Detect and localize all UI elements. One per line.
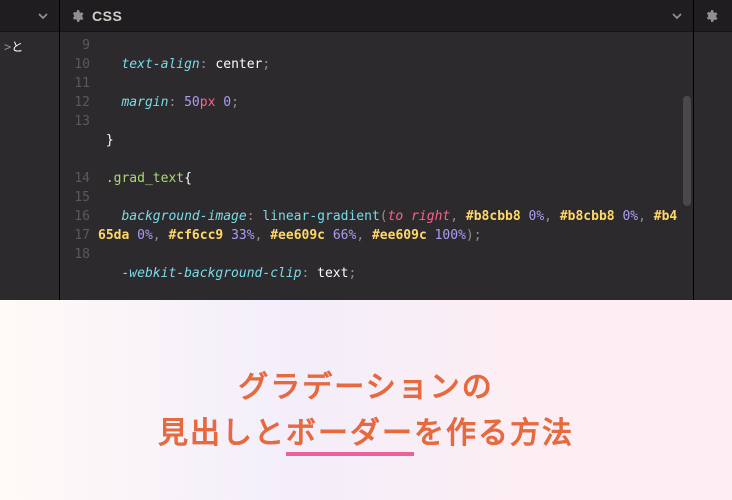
heading-underlined: ボーダー: [286, 417, 414, 456]
line-gutter: 9 10 11 12 13 14 15 16 17 18: [60, 36, 98, 300]
line-number: 17: [60, 226, 90, 245]
line-number: 10: [60, 55, 90, 74]
line-number: [60, 150, 90, 169]
line-number: 16: [60, 207, 90, 226]
heading-line-2a: 見出しと: [158, 417, 286, 450]
panel-css-header: CSS: [60, 0, 693, 32]
line-number: [60, 131, 90, 150]
panel-js: [694, 0, 732, 300]
gradient-heading: グラデーションの 見出しとボーダーを作る方法: [158, 365, 574, 458]
panel-js-header: [694, 0, 732, 32]
line-number: 13: [60, 112, 90, 131]
preview-pane: グラデーションの 見出しとボーダーを作る方法: [0, 300, 732, 500]
gear-icon[interactable]: [70, 9, 84, 23]
scrollbar-thumb[interactable]: [683, 96, 691, 206]
line-number: 15: [60, 188, 90, 207]
chevron-down-icon[interactable]: [37, 10, 49, 22]
line-number: 9: [60, 36, 90, 55]
panel-html: >と: [0, 0, 60, 300]
panel-css: CSS 9 10 11 12 13 14 15 16 17: [60, 0, 694, 300]
scrollbar[interactable]: [683, 36, 691, 296]
css-code-editor[interactable]: 9 10 11 12 13 14 15 16 17 18 text-align:…: [60, 32, 693, 300]
chevron-down-icon[interactable]: [671, 10, 683, 22]
html-code-snippet: >と: [0, 32, 59, 62]
panel-html-header: [0, 0, 59, 32]
line-number: 18: [60, 245, 90, 264]
html-text: と: [11, 40, 23, 54]
code-content[interactable]: text-align: center; margin: 50px 0; } .g…: [98, 36, 693, 300]
line-number: 14: [60, 169, 90, 188]
editor-area: >と CSS 9 10 11 12 13: [0, 0, 732, 300]
heading-line-1: グラデーションの: [238, 371, 493, 404]
line-number: 11: [60, 74, 90, 93]
gear-icon[interactable]: [704, 9, 718, 23]
panel-css-title: CSS: [92, 8, 122, 24]
heading-line-2c: を作る方法: [414, 417, 574, 450]
line-number: 12: [60, 93, 90, 112]
